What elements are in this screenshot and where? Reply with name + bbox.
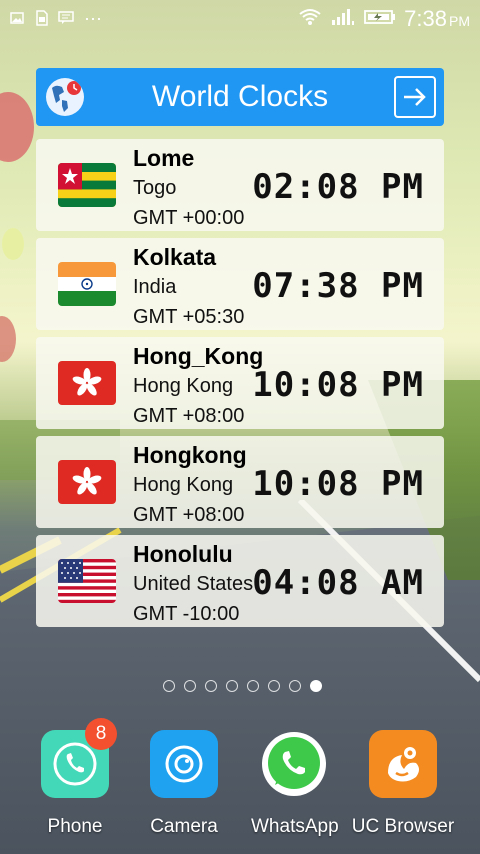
clock-card-kolkata[interactable]: Kolkata India GMT +05:30 07:38 PM xyxy=(36,238,444,330)
exit-icon[interactable] xyxy=(394,76,436,118)
clock-card-lome[interactable]: Lome Togo GMT +00:00 02:08 PM xyxy=(36,139,444,231)
sim-icon xyxy=(34,9,48,29)
wifi-icon xyxy=(298,8,322,31)
gmt-offset: GMT +08:00 xyxy=(133,405,245,427)
page-dot[interactable] xyxy=(163,680,175,692)
world-clock-globe-icon[interactable] xyxy=(46,78,84,116)
status-time: 7:38 xyxy=(404,6,447,31)
dock-app-camera[interactable]: Camera xyxy=(141,730,227,838)
country-name: United States xyxy=(133,573,254,595)
page-dot[interactable] xyxy=(184,680,196,692)
world-clocks-header: World Clocks xyxy=(36,68,444,126)
phone-icon[interactable]: 8 xyxy=(41,718,117,798)
image-icon xyxy=(10,11,24,28)
clock-time: 10:08 PM xyxy=(252,464,424,504)
whatsapp-icon[interactable] xyxy=(260,730,328,798)
hong-kong-flag-icon xyxy=(58,460,116,504)
signal-icon xyxy=(330,8,356,31)
camera-icon[interactable] xyxy=(150,730,218,798)
app-label: Camera xyxy=(150,816,218,837)
country-name: India xyxy=(133,276,177,298)
clock-card-hong-kong[interactable]: Hong_Kong Hong Kong GMT +08:00 10:08 PM xyxy=(36,337,444,429)
page-dot[interactable] xyxy=(226,680,238,692)
togo-flag-icon xyxy=(58,163,116,207)
app-label: WhatsApp xyxy=(251,816,339,837)
page-dot[interactable] xyxy=(289,680,301,692)
dock-app-whatsapp[interactable]: WhatsApp xyxy=(251,730,339,838)
app-label: Phone xyxy=(47,816,103,837)
battery-icon xyxy=(364,9,396,30)
app-label: UC Browser xyxy=(351,816,455,837)
city-name: Honolulu xyxy=(133,541,233,567)
wallpaper-balloon xyxy=(0,92,34,162)
city-name: Lome xyxy=(133,145,195,171)
wallpaper-balloon xyxy=(0,316,16,362)
wallpaper-balloon xyxy=(2,228,24,260)
clock-time: 10:08 PM xyxy=(252,365,424,405)
uc-browser-icon[interactable] xyxy=(369,730,437,798)
status-bar: ⋯ 7:38 PM xyxy=(0,0,480,38)
country-name: Hong Kong xyxy=(133,375,234,397)
page-dot-active[interactable] xyxy=(310,680,322,692)
clock-time: 04:08 AM xyxy=(252,563,424,603)
clock-card-honolulu[interactable]: Honolulu United States GMT -10:00 04:08 … xyxy=(36,535,444,627)
country-name: Hong Kong xyxy=(133,474,234,496)
clock-time: 07:38 PM xyxy=(252,266,424,306)
clock-time: 02:08 PM xyxy=(252,167,424,207)
gmt-offset: GMT +05:30 xyxy=(133,306,245,328)
message-icon xyxy=(58,10,74,28)
widget-title: World Clocks xyxy=(151,80,329,113)
city-name: Hong_Kong xyxy=(133,343,264,369)
dock-app-uc-browser[interactable]: UC Browser xyxy=(348,730,458,838)
status-ampm: PM xyxy=(449,13,470,29)
notification-badge: 8 xyxy=(85,718,117,750)
country-name: Togo xyxy=(133,177,177,199)
gmt-offset: GMT +08:00 xyxy=(133,504,245,526)
page-dot[interactable] xyxy=(268,680,280,692)
page-dot[interactable] xyxy=(205,680,217,692)
city-name: Kolkata xyxy=(133,244,217,270)
more-icon: ⋯ xyxy=(84,8,103,29)
page-dot[interactable] xyxy=(247,680,259,692)
page-indicator xyxy=(163,680,322,692)
clock-card-hongkong[interactable]: Hongkong Hong Kong GMT +08:00 10:08 PM xyxy=(36,436,444,528)
dock-app-phone[interactable]: 8 Phone xyxy=(32,718,118,838)
city-name: Hongkong xyxy=(133,442,247,468)
usa-flag-icon xyxy=(58,559,116,603)
hong-kong-flag-icon xyxy=(58,361,116,405)
gmt-offset: GMT +00:00 xyxy=(133,207,245,229)
india-flag-icon xyxy=(58,262,116,306)
gmt-offset: GMT -10:00 xyxy=(133,603,240,625)
